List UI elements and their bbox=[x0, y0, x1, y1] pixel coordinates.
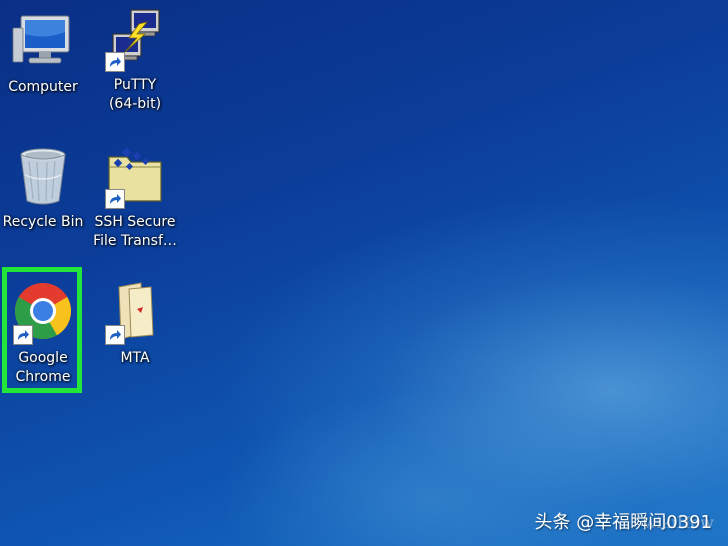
shortcut-arrow-icon bbox=[105, 52, 125, 72]
icon-label: Recycle Bin bbox=[2, 214, 84, 230]
recycle-bin-icon bbox=[11, 145, 75, 209]
icon-label: MTA bbox=[120, 350, 150, 366]
computer-icon bbox=[11, 10, 75, 74]
desktop-icon-putty[interactable]: PuTTY (64-bit) bbox=[92, 8, 178, 114]
desktop-icon-ssh-secure-file-transfer[interactable]: SSH Secure File Transf… bbox=[92, 145, 178, 251]
desktop-background: Computer PuTTY (64-bit) Recycle Bin SSH … bbox=[0, 0, 728, 546]
desktop-icon-recycle-bin[interactable]: Recycle Bin bbox=[0, 145, 86, 232]
icon-label: PuTTY (64-bit) bbox=[108, 77, 162, 112]
shortcut-arrow-icon bbox=[105, 325, 125, 345]
shortcut-arrow-icon bbox=[105, 189, 125, 209]
shortcut-arrow-icon bbox=[13, 325, 33, 345]
icon-label: Google Chrome bbox=[15, 350, 71, 385]
ssh-folder-icon bbox=[103, 145, 167, 209]
caption-text: 头条 @幸福瞬间0391 bbox=[534, 512, 712, 533]
desktop-icon-mta[interactable]: MTA bbox=[92, 281, 178, 368]
putty-icon bbox=[103, 8, 167, 72]
desktop-icon-google-chrome[interactable]: Google Chrome bbox=[0, 281, 86, 387]
mta-folder-icon bbox=[103, 281, 167, 345]
icon-label: SSH Secure File Transf… bbox=[93, 214, 177, 249]
desktop-icon-computer[interactable]: Computer bbox=[0, 10, 86, 97]
chrome-icon bbox=[11, 281, 75, 345]
icon-label: Computer bbox=[8, 79, 78, 95]
